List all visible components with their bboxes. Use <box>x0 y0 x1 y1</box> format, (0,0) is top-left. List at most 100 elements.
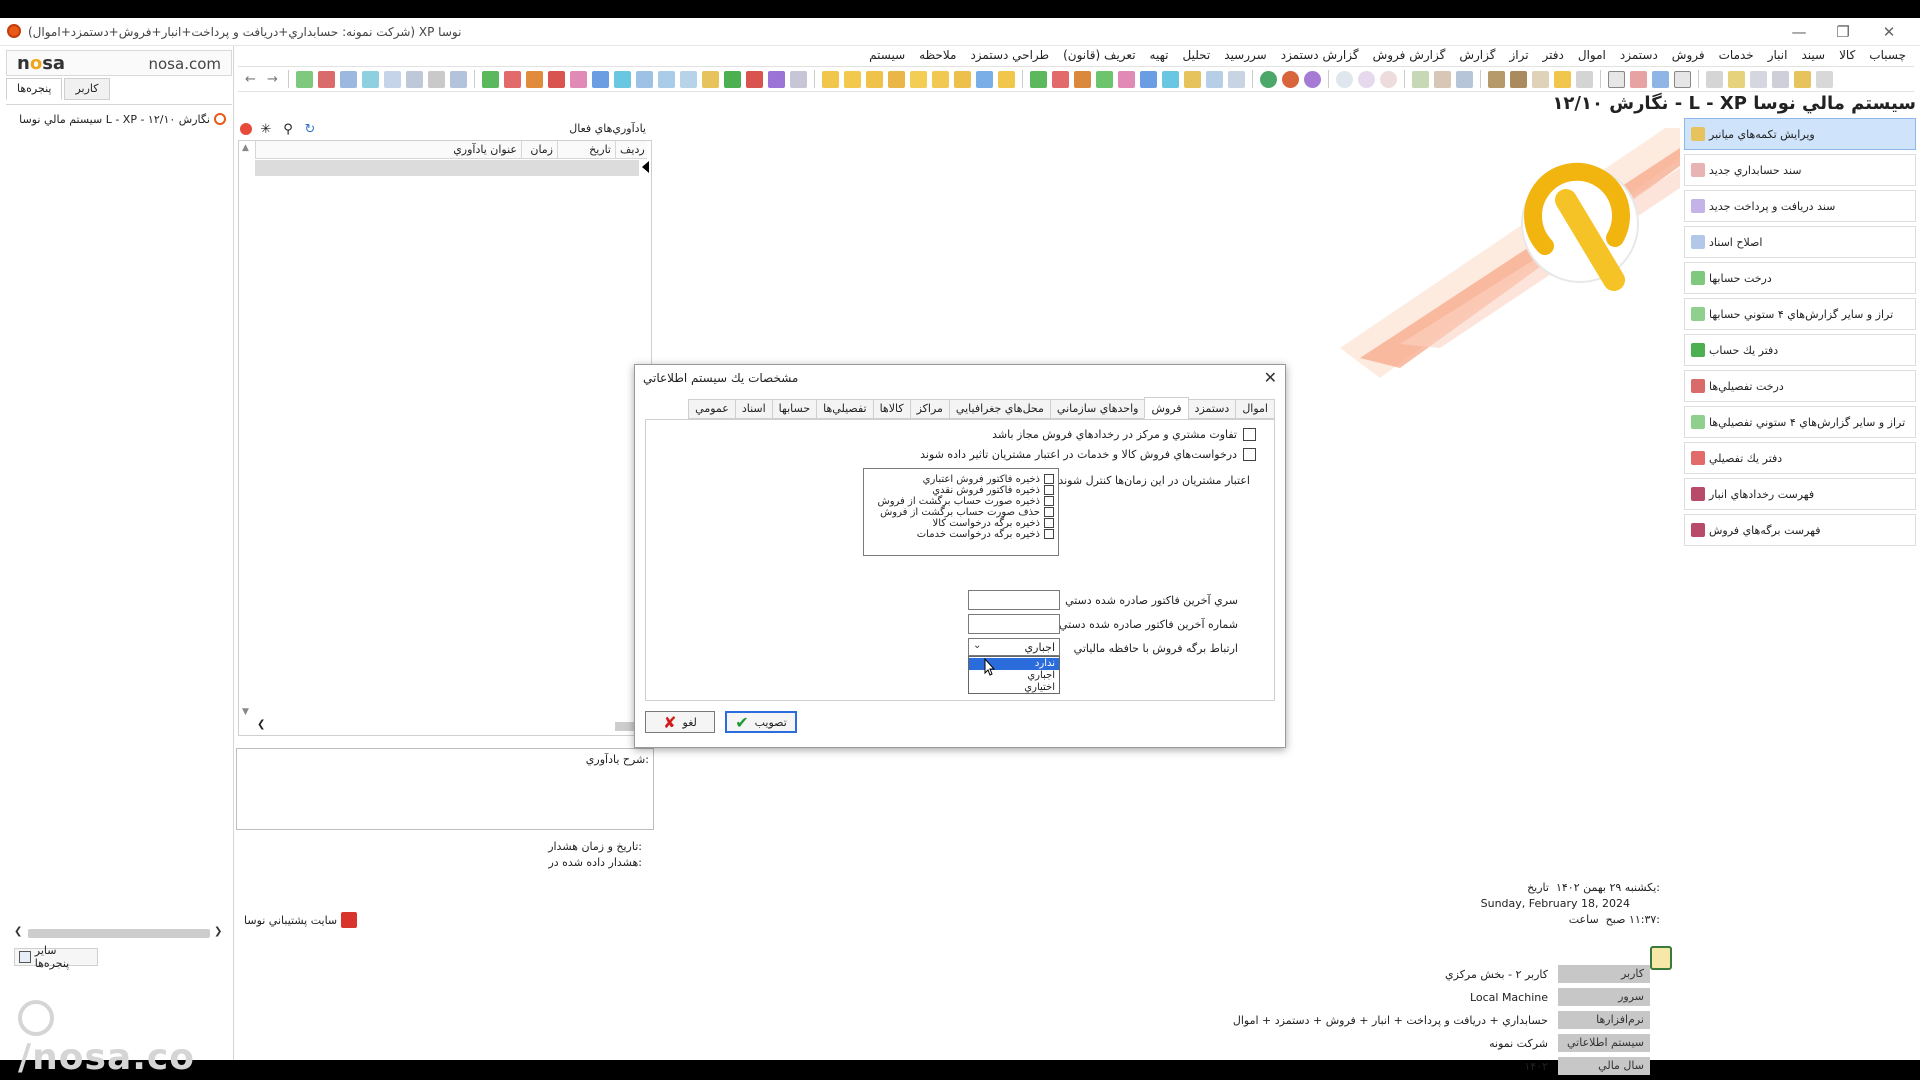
event-checkbox[interactable] <box>1044 474 1054 484</box>
menu-item[interactable]: انبار <box>1768 48 1788 62</box>
vertical-scrollbar[interactable]: ▲ ▼ <box>241 143 253 717</box>
pencil-icon[interactable] <box>636 70 653 88</box>
tag-pink-icon[interactable] <box>1118 70 1135 88</box>
folder-add-icon[interactable] <box>866 70 883 88</box>
menu-item[interactable]: سيستم <box>869 48 905 62</box>
option-none[interactable]: ندارد <box>969 658 1059 670</box>
nav-detail-ledger[interactable]: دفتر يك تفصيلي <box>1684 442 1916 474</box>
tab-sales[interactable]: فروش <box>1144 397 1189 419</box>
tab-goods[interactable]: كالاها <box>872 399 911 419</box>
scroll-thumb[interactable] <box>28 929 210 938</box>
scroll-down-icon[interactable]: ▼ <box>242 707 249 717</box>
pencil-icon[interactable] <box>680 70 697 88</box>
calendar-icon[interactable] <box>1750 70 1767 88</box>
stop-icon[interactable] <box>238 121 254 137</box>
tree-icon[interactable] <box>340 70 357 88</box>
folder-up-icon[interactable] <box>844 70 861 88</box>
eraser-green-icon[interactable] <box>724 70 741 88</box>
page-red-icon[interactable] <box>1630 70 1647 88</box>
forward-arrow-icon[interactable]: → <box>264 71 281 88</box>
menu-item[interactable]: سررسيد <box>1224 48 1266 62</box>
nav-warehouse-events[interactable]: فهرست رخدادهاي انبار <box>1684 478 1916 510</box>
search-icon[interactable]: ⚲ <box>280 121 296 137</box>
globe-icon[interactable] <box>1282 70 1299 88</box>
tree-edit-icon[interactable] <box>318 70 335 88</box>
chart-icon[interactable] <box>1794 70 1811 88</box>
table-row[interactable] <box>255 160 639 176</box>
menu-item[interactable]: تراز <box>1509 48 1528 62</box>
tag-green-icon[interactable] <box>1096 70 1113 88</box>
back-arrow-icon[interactable]: ← <box>242 71 259 88</box>
menu-item[interactable]: دستمزد <box>1620 48 1658 62</box>
box-icon[interactable] <box>1510 70 1527 88</box>
list-item[interactable]: سيستم مالي نوسا L - XP - نگارش ١٢/١٠ <box>12 111 226 127</box>
document-list-icon[interactable] <box>428 70 445 88</box>
tab-details[interactable]: تفصيلي‌ها <box>816 399 874 419</box>
document-copy-icon[interactable] <box>406 70 423 88</box>
chevron-down-icon[interactable]: ⌄ <box>973 640 981 651</box>
location-icon[interactable] <box>1358 70 1375 88</box>
menu-item[interactable]: تهيه <box>1150 48 1169 62</box>
menu-item[interactable]: گزارش <box>1459 48 1495 62</box>
folder-icon[interactable] <box>998 70 1015 88</box>
ok-button[interactable]: ✔ تصويب <box>725 711 797 733</box>
tab-org-units[interactable]: واحدهاي سازماني <box>1049 399 1146 419</box>
folder-blue-icon[interactable] <box>976 70 993 88</box>
page-blue-icon[interactable] <box>1652 70 1669 88</box>
event-checkbox[interactable] <box>1044 507 1054 517</box>
globe-icon[interactable] <box>1304 70 1321 88</box>
minimize-button[interactable]: — <box>1780 20 1818 44</box>
tag-red-icon[interactable] <box>1052 70 1069 88</box>
event-checkbox-row[interactable]: ذخيره برگه درخواست خدمات <box>917 528 1054 540</box>
eraser-red-icon[interactable] <box>746 70 763 88</box>
menu-item[interactable]: كالا <box>1839 48 1855 62</box>
tab-centers[interactable]: مراكز <box>909 399 950 419</box>
document-icon[interactable] <box>1576 70 1593 88</box>
scroll-left-icon[interactable]: ❮ <box>14 926 22 937</box>
tab-accounts[interactable]: حسابها <box>771 399 818 419</box>
reminder-description-box[interactable]: شرح يادآوري: <box>236 748 654 830</box>
new-reminder-icon[interactable]: ✳ <box>258 121 274 137</box>
nav-detail-tree[interactable]: درخت تفصيلي‌ها <box>1684 370 1916 402</box>
tax-memory-link-select[interactable]: ⌄ اجباري <box>968 638 1060 656</box>
nav-account-ledger[interactable]: دفتر يك حساب <box>1684 334 1916 366</box>
menu-item[interactable]: اموال <box>1578 48 1606 62</box>
option-optional[interactable]: اختياري <box>969 682 1059 694</box>
page-icon[interactable] <box>1674 70 1691 88</box>
scroll-up-icon[interactable]: ▲ <box>242 143 249 153</box>
menu-item[interactable]: ملاحظه <box>919 48 956 62</box>
tag-green-icon[interactable] <box>1030 70 1047 88</box>
menu-item[interactable]: دفتر <box>1543 48 1564 62</box>
nav-new-receipt-payment-doc[interactable]: سند دريافت و پرداخت جديد <box>1684 190 1916 222</box>
option-mandatory[interactable]: اجباري <box>969 670 1059 682</box>
document-stack-icon[interactable] <box>450 70 467 88</box>
last-number-input[interactable] <box>968 614 1060 634</box>
eraser-purple-icon[interactable] <box>768 70 785 88</box>
event-checkbox[interactable] <box>1044 485 1054 495</box>
folder-icon[interactable] <box>1554 70 1571 88</box>
tag-yellow-icon[interactable] <box>1184 70 1201 88</box>
support-site-link[interactable]: سايت پشتيباني نوسا <box>244 912 358 928</box>
event-checkbox[interactable] <box>1044 496 1054 506</box>
tab-documents[interactable]: اسناد <box>734 399 773 419</box>
tab-payroll[interactable]: دستمزد <box>1187 399 1237 419</box>
refresh-icon[interactable]: ↻ <box>302 121 318 137</box>
checklist-icon[interactable] <box>1228 70 1245 88</box>
pencil-icon[interactable] <box>658 70 675 88</box>
folder-red-icon[interactable] <box>888 70 905 88</box>
pen-icon[interactable] <box>1816 70 1833 88</box>
last-series-input[interactable] <box>968 590 1060 610</box>
cancel-button[interactable]: ✘ لغو <box>645 711 715 733</box>
column-header-row[interactable]: رديف <box>615 141 647 159</box>
grid-icon[interactable] <box>1706 70 1723 88</box>
tree-add-icon[interactable] <box>296 70 313 88</box>
menu-item[interactable]: تعريف (قانون) <box>1063 48 1135 62</box>
checkbox-requests-credit[interactable] <box>1243 448 1256 461</box>
checkbox-customer-center[interactable] <box>1243 428 1256 441</box>
nav-new-accounting-doc[interactable]: سند حسابداري جديد <box>1684 154 1916 186</box>
menu-item[interactable]: طراحي دستمزد <box>970 48 1049 62</box>
tag-edit-icon[interactable] <box>1206 70 1223 88</box>
dialog-close-icon[interactable]: ✕ <box>1264 368 1277 387</box>
tag-cyan-icon[interactable] <box>1162 70 1179 88</box>
menu-item[interactable]: فروش <box>1672 48 1705 62</box>
